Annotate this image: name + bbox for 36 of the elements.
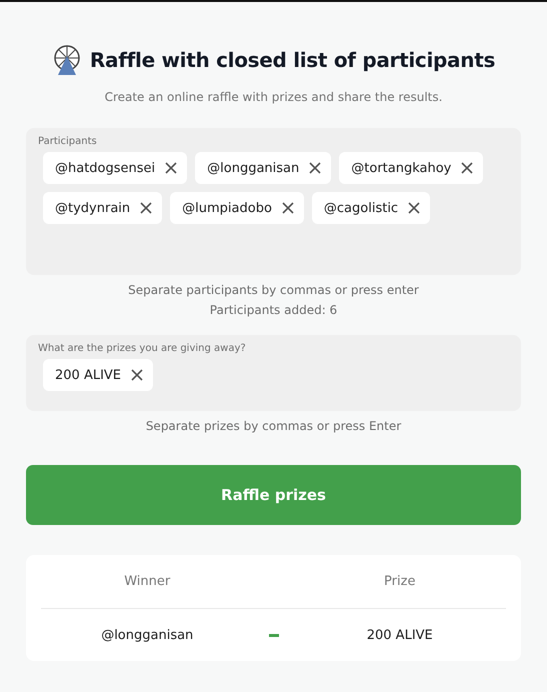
close-icon [131, 369, 144, 381]
raffle-wheel-icon [52, 44, 82, 76]
close-icon [309, 162, 322, 174]
participants-field[interactable]: Participants @hatdogsensei @longganisan @tortangkahoy @tydynrain @lumpiadobo @cagolistic [26, 128, 521, 275]
tag-label: @tortangkahoy [351, 160, 452, 176]
page-subtitle: Create an online raffle with prizes and share the results. [104, 90, 444, 104]
tag-label: @longganisan [207, 160, 300, 176]
remove-button[interactable] [165, 162, 178, 174]
remove-button[interactable] [461, 162, 474, 174]
remove-button[interactable] [140, 202, 152, 214]
participant-count: Participants added: 6 [208, 303, 338, 317]
prizes-field[interactable]: What are the prizes you are giving away? 200 ALIVE [26, 335, 521, 411]
close-icon [165, 162, 178, 174]
close-icon [140, 202, 152, 214]
hint-text: Separate participants by commas or press enter [127, 283, 420, 297]
close-icon [408, 202, 420, 214]
tag-label: @lumpiadobo [182, 200, 272, 216]
tag-label: @cagolistic [324, 200, 398, 216]
column-header: Prize [383, 574, 416, 589]
dash-icon [268, 634, 278, 636]
remove-button[interactable] [309, 162, 322, 174]
close-icon [461, 162, 474, 174]
remove-button[interactable] [131, 369, 144, 381]
tag-label: 200 ALIVE [55, 368, 122, 382]
tag-label: @tydynrain [55, 200, 130, 216]
table-cell-text: @longganisan [100, 628, 194, 642]
field-label: What are the prizes you are giving away? [38, 343, 247, 354]
hint-text: Separate prizes by commas or press Enter [144, 419, 402, 433]
remove-button[interactable] [282, 202, 294, 214]
table-cell-text: 200 ALIVE [366, 628, 434, 642]
tag-label: @hatdogsensei [55, 160, 156, 176]
page-title: Raffle with closed list of participants [90, 48, 496, 72]
remove-button[interactable] [408, 202, 420, 214]
column-header: Winner [123, 574, 172, 589]
field-label: Participants [38, 136, 98, 147]
close-icon [282, 202, 294, 214]
